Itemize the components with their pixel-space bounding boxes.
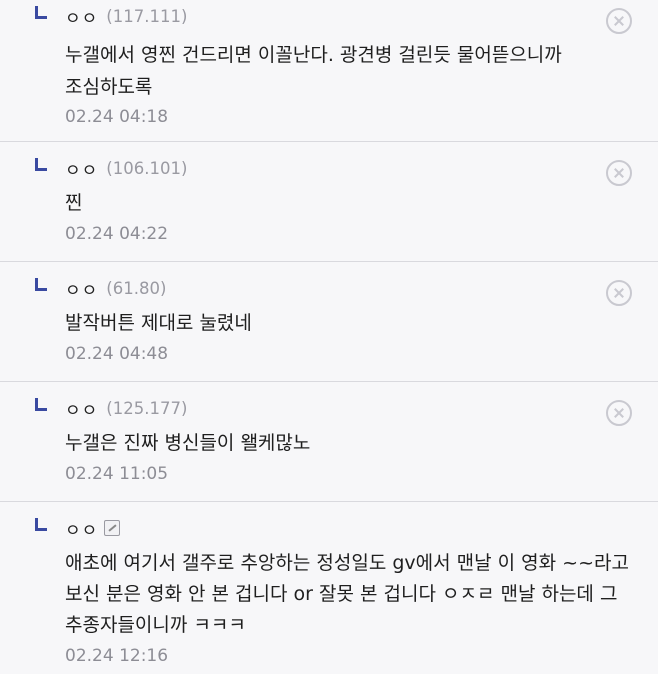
comment-ip: (125.177)	[106, 398, 188, 418]
reply-arrow-icon	[35, 158, 47, 171]
comment-nickname[interactable]: ㅇㅇ	[65, 4, 98, 29]
comment-ip: (61.80)	[106, 278, 167, 298]
comment-item: ㅇㅇ 애초에 여기서 갤주로 추앙하는 정성일도 gv에서 맨날 이 영화 ~~…	[0, 502, 658, 674]
comment-nickname[interactable]: ㅇㅇ	[65, 396, 98, 421]
comment-meta: ㅇㅇ (117.111)	[65, 2, 602, 30]
comment-nickname[interactable]: ㅇㅇ	[65, 516, 98, 541]
delete-comment-button[interactable]	[606, 160, 632, 186]
comment-meta: ㅇㅇ (125.177)	[65, 394, 602, 422]
reply-arrow-icon	[35, 6, 47, 19]
comment-item: ㅇㅇ (117.111) 누갤에서 영찐 건드리면 이꼴난다. 광견병 걸린듯 …	[0, 0, 658, 142]
comment-item: ㅇㅇ (125.177) 누갤은 진짜 병신들이 왤케많노 02.24 11:0…	[0, 382, 658, 502]
comment-meta: ㅇㅇ	[65, 514, 634, 542]
reply-arrow-icon	[35, 518, 47, 531]
comment-nickname[interactable]: ㅇㅇ	[65, 156, 98, 181]
comment-list: ㅇㅇ (117.111) 누갤에서 영찐 건드리면 이꼴난다. 광견병 걸린듯 …	[0, 0, 658, 674]
comment-text: 애초에 여기서 갤주로 추앙하는 정성일도 gv에서 맨날 이 영화 ~~라고 …	[65, 552, 629, 636]
comment-ip: (106.101)	[106, 158, 188, 178]
comment-text: 발작버튼 제대로 눌렸네	[65, 312, 252, 334]
comment-text: 누갤에서 영찐 건드리면 이꼴난다. 광견병 걸린듯 물어뜯으니까 조심하도록	[65, 44, 562, 98]
reply-arrow-icon	[35, 278, 47, 291]
comment-item: ㅇㅇ (61.80) 발작버튼 제대로 눌렸네 02.24 04:48	[0, 262, 658, 382]
comment-item: ㅇㅇ (106.101) 찐 02.24 04:22	[0, 142, 658, 262]
comment-meta: ㅇㅇ (106.101)	[65, 154, 602, 182]
reply-arrow-icon	[35, 398, 47, 411]
comment-date: 02.24 12:16	[65, 646, 169, 666]
comment-date: 02.24 11:05	[65, 464, 169, 484]
memo-icon	[104, 520, 121, 536]
delete-comment-button[interactable]	[606, 280, 632, 306]
comment-meta: ㅇㅇ (61.80)	[65, 274, 602, 302]
delete-comment-button[interactable]	[606, 400, 632, 426]
comment-date: 02.24 04:22	[65, 224, 169, 244]
comment-date: 02.24 04:48	[65, 344, 169, 364]
comment-date: 02.24 04:18	[65, 107, 169, 127]
delete-comment-button[interactable]	[606, 8, 632, 34]
comment-ip: (117.111)	[106, 6, 188, 26]
comment-text: 찐	[65, 192, 83, 214]
comment-nickname[interactable]: ㅇㅇ	[65, 276, 98, 301]
comment-text: 누갤은 진짜 병신들이 왤케많노	[65, 432, 311, 454]
